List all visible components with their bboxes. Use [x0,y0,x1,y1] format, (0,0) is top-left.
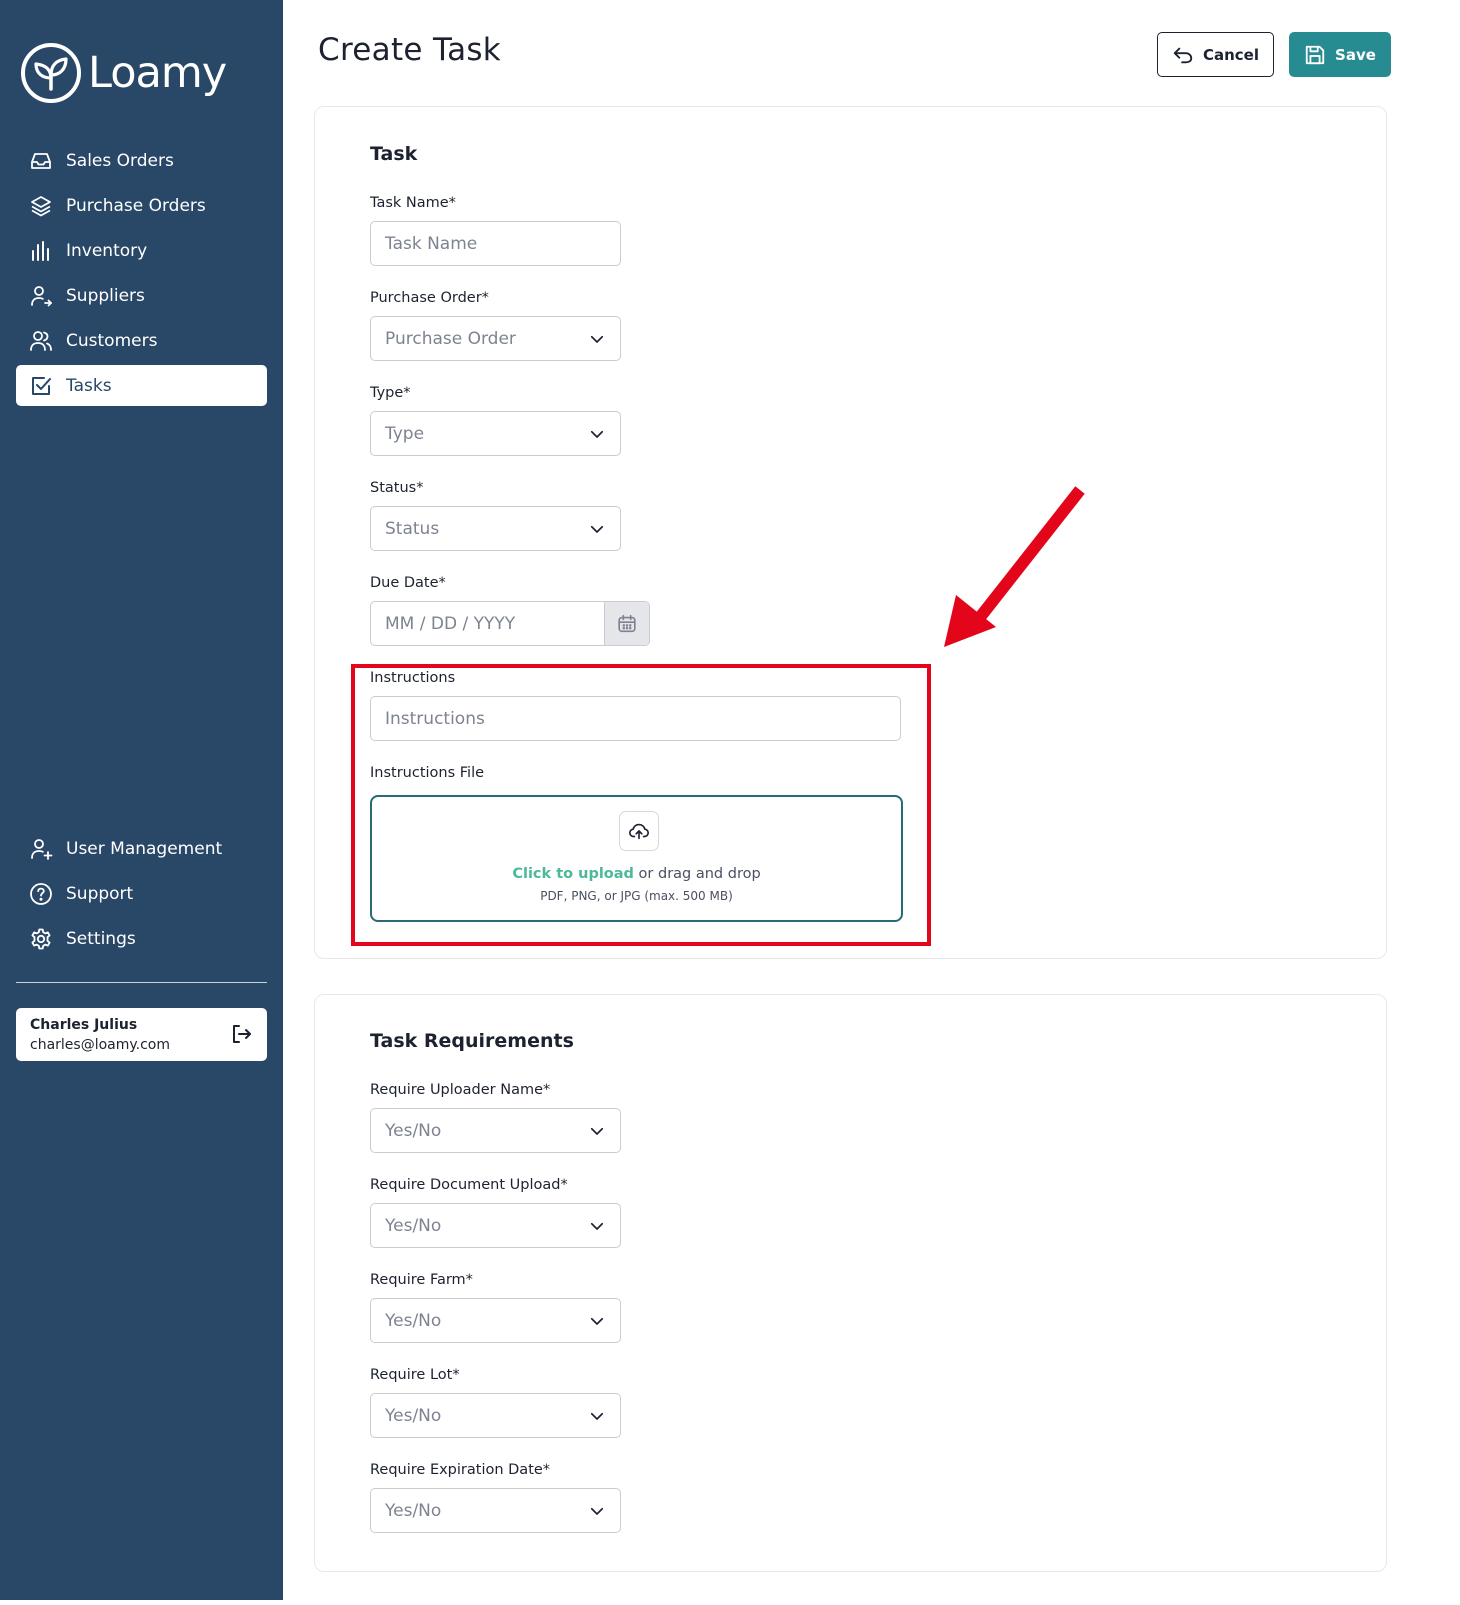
task-name-input[interactable]: Task Name [370,221,621,266]
bar-chart-icon [28,238,54,264]
yes-no-placeholder: Yes/No [385,1120,442,1141]
yes-no-placeholder: Yes/No [385,1405,442,1426]
sidebar-item-label: Support [66,883,134,904]
sidebar-item-label: Sales Orders [66,150,174,171]
sidebar-item-inventory[interactable]: Inventory [16,230,267,271]
require-document-upload-label: Require Document Upload* [370,1177,568,1193]
help-circle-icon [28,881,54,907]
inbox-icon [28,148,54,174]
user-plus-icon [28,836,54,862]
sidebar-item-label: Inventory [66,240,148,261]
sidebar-item-tasks[interactable]: Tasks [16,365,267,406]
task-name-label: Task Name* [370,195,456,211]
sidebar-item-suppliers[interactable]: Suppliers [16,275,267,316]
purchase-order-select[interactable]: Purchase Order [370,316,621,361]
save-button-label: Save [1335,45,1376,64]
due-date-label: Due Date* [370,575,446,591]
sidebar-item-sales-orders[interactable]: Sales Orders [16,140,267,181]
task-name-placeholder: Task Name [385,233,478,254]
sidebar-item-customers[interactable]: Customers [16,320,267,361]
type-placeholder: Type [385,423,425,444]
chevron-down-icon [590,1507,604,1515]
sidebar-item-user-management[interactable]: User Management [16,828,267,869]
calendar-button[interactable] [604,602,649,645]
chevron-down-icon [590,1127,604,1135]
sidebar-item-label: Tasks [66,375,112,396]
save-button[interactable]: Save [1289,32,1391,77]
sidebar-item-settings[interactable]: Settings [16,918,267,959]
logo-text: Loamy [88,47,227,98]
due-date-placeholder: MM / DD / YYYY [385,613,516,634]
chevron-down-icon [590,335,604,343]
sidebar-item-label: User Management [66,838,223,859]
require-farm-select[interactable]: Yes/No [370,1298,621,1343]
status-label: Status* [370,480,424,496]
user-name: Charles Julius [30,1017,138,1033]
annotation-highlight-box [351,664,931,946]
yes-no-placeholder: Yes/No [385,1310,442,1331]
sidebar: Loamy Sales Orders Purchase Orders Inven… [0,0,283,1600]
yes-no-placeholder: Yes/No [385,1500,442,1521]
gear-icon [28,926,54,952]
task-requirements-card [314,994,1387,1572]
leaf-logo-icon [21,43,81,103]
chevron-down-icon [590,1222,604,1230]
status-select[interactable]: Status [370,506,621,551]
sidebar-item-label: Purchase Orders [66,195,206,216]
users-icon [28,328,54,354]
sidebar-bottom-nav: User Management Support Settings [16,828,267,963]
floppy-disk-icon [1304,44,1326,66]
purchase-order-label: Purchase Order* [370,290,489,306]
require-expiration-date-select[interactable]: Yes/No [370,1488,621,1533]
require-lot-select[interactable]: Yes/No [370,1393,621,1438]
require-uploader-name-select[interactable]: Yes/No [370,1108,621,1153]
type-select[interactable]: Type [370,411,621,456]
page-title: Create Task [318,32,502,68]
type-label: Type* [370,385,411,401]
calendar-icon [618,614,636,632]
sidebar-item-label: Suppliers [66,285,145,306]
chevron-down-icon [590,525,604,533]
sidebar-divider [16,982,267,983]
logout-icon[interactable] [229,1022,253,1046]
cancel-button[interactable]: Cancel [1157,32,1274,77]
layers-icon [28,193,54,219]
purchase-order-placeholder: Purchase Order [385,328,516,349]
require-expiration-date-label: Require Expiration Date* [370,1462,551,1478]
chevron-down-icon [590,1412,604,1420]
sidebar-item-support[interactable]: Support [16,873,267,914]
sidebar-item-purchase-orders[interactable]: Purchase Orders [16,185,267,226]
annotation-arrow [944,486,1085,647]
user-card: Charles Julius charles@loamy.com [16,1008,267,1061]
require-lot-label: Require Lot* [370,1367,460,1383]
user-email: charles@loamy.com [30,1037,171,1053]
undo-arrow-icon [1172,44,1194,66]
sidebar-item-label: Settings [66,928,136,949]
yes-no-placeholder: Yes/No [385,1215,442,1236]
status-placeholder: Status [385,518,440,539]
require-uploader-name-label: Require Uploader Name* [370,1082,551,1098]
chevron-down-icon [590,430,604,438]
cancel-button-label: Cancel [1202,45,1259,64]
logo[interactable]: Loamy [20,42,227,104]
require-document-upload-select[interactable]: Yes/No [370,1203,621,1248]
task-requirements-title: Task Requirements [370,1030,574,1052]
task-section-title: Task [370,143,418,165]
sidebar-nav: Sales Orders Purchase Orders Inventory S… [16,140,267,410]
require-farm-label: Require Farm* [370,1272,473,1288]
user-arrow-icon [28,283,54,309]
checkbox-icon [28,373,54,399]
due-date-input[interactable]: MM / DD / YYYY [370,601,650,646]
sidebar-item-label: Customers [66,330,158,351]
chevron-down-icon [590,1317,604,1325]
